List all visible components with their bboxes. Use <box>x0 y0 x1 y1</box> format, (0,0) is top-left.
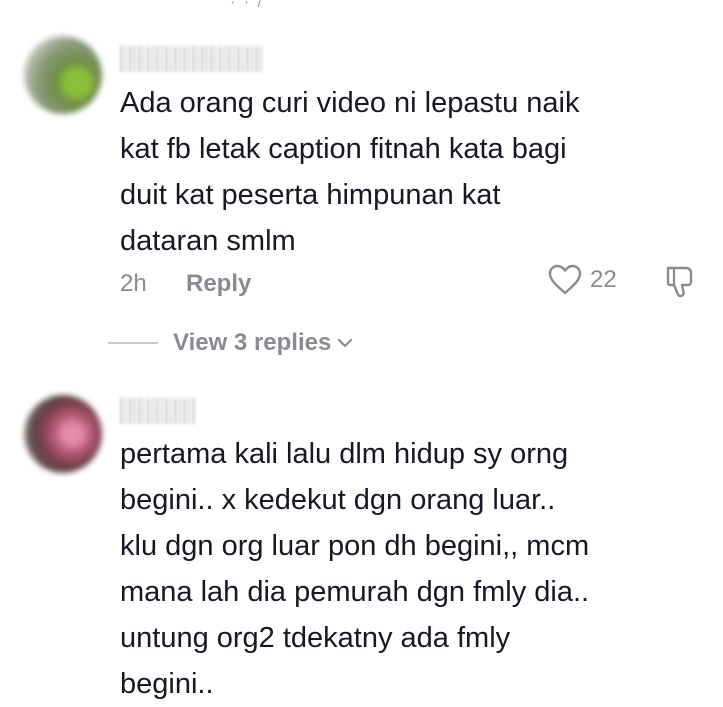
comment-text: Ada orang curi video ni lepastu naik kat… <box>120 87 580 257</box>
heart-outline-icon <box>548 264 582 295</box>
username-blurred[interactable] <box>120 398 196 424</box>
view-replies-button[interactable]: View 3 replies <box>108 329 353 357</box>
reply-button[interactable]: Reply <box>186 270 251 298</box>
comment-time: 2h <box>120 270 147 297</box>
like-count: 22 <box>590 266 617 293</box>
avatar[interactable] <box>24 395 102 473</box>
like-button[interactable]: 22 <box>548 264 617 296</box>
top-cropped-text: · · / <box>230 0 264 11</box>
view-replies-label: View 3 replies <box>173 329 332 356</box>
avatar[interactable] <box>24 36 102 114</box>
thumbs-down-icon[interactable] <box>664 264 696 298</box>
comment-text: pertama kali lalu dlm hidup sy orng begi… <box>120 438 590 700</box>
divider-line <box>108 342 158 344</box>
chevron-down-icon <box>338 338 353 348</box>
username-blurred[interactable] <box>120 46 262 72</box>
